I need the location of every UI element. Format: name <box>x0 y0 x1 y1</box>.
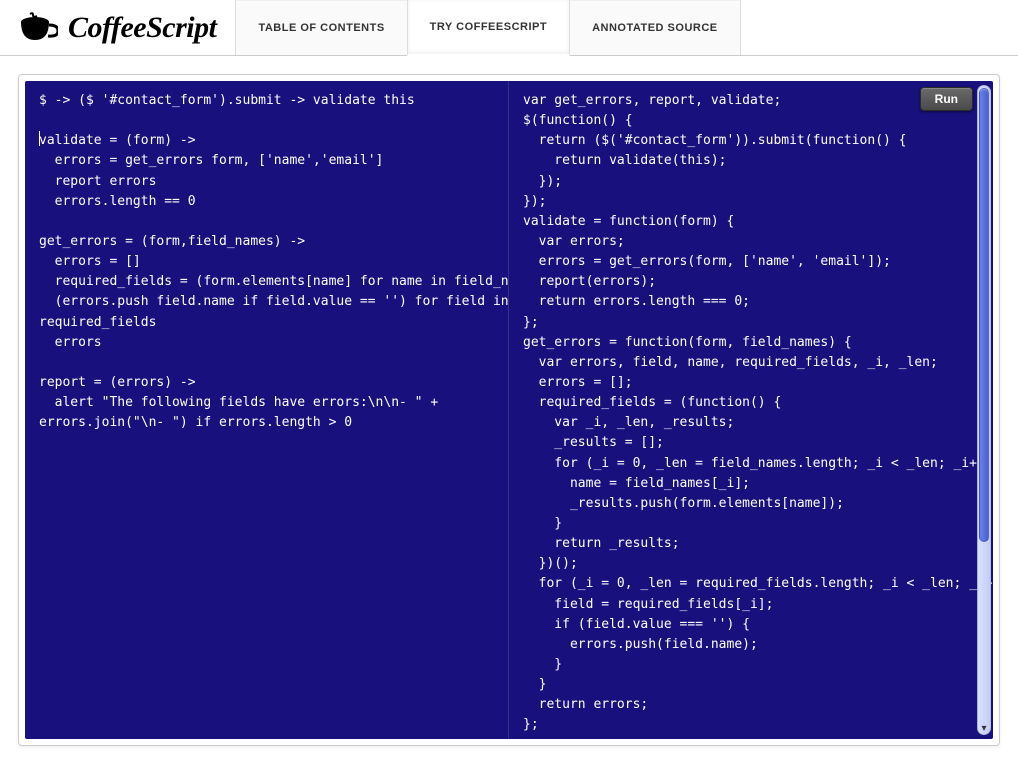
scrollbar-track[interactable]: ▾ <box>977 85 991 735</box>
brand-name: CoffeeScript <box>68 11 216 45</box>
tab-table-of-contents[interactable]: TABLE OF CONTENTS <box>235 0 407 55</box>
tab-annotated-source[interactable]: ANNOTATED SOURCE <box>569 0 741 55</box>
logo-area: CoffeeScript <box>0 0 236 55</box>
editor-frame: $ -> ($ '#contact_form').submit -> valid… <box>18 74 1000 746</box>
run-button[interactable]: Run <box>920 87 973 111</box>
scrollbar-thumb[interactable] <box>979 88 989 542</box>
page-body: $ -> ($ '#contact_form').submit -> valid… <box>0 56 1018 764</box>
code-panel: $ -> ($ '#contact_form').submit -> valid… <box>25 81 993 739</box>
scroll-down-icon[interactable]: ▾ <box>978 722 990 734</box>
header: CoffeeScript TABLE OF CONTENTS TRY COFFE… <box>0 0 1018 56</box>
javascript-output: var get_errors, report, validate; $(func… <box>509 81 993 739</box>
coffeescript-editor[interactable]: $ -> ($ '#contact_form').submit -> valid… <box>25 81 509 739</box>
tab-try-coffeescript[interactable]: TRY COFFEESCRIPT <box>407 0 570 56</box>
coffeescript-logo-icon <box>18 12 58 44</box>
tabs: TABLE OF CONTENTS TRY COFFEESCRIPT ANNOT… <box>236 0 740 55</box>
